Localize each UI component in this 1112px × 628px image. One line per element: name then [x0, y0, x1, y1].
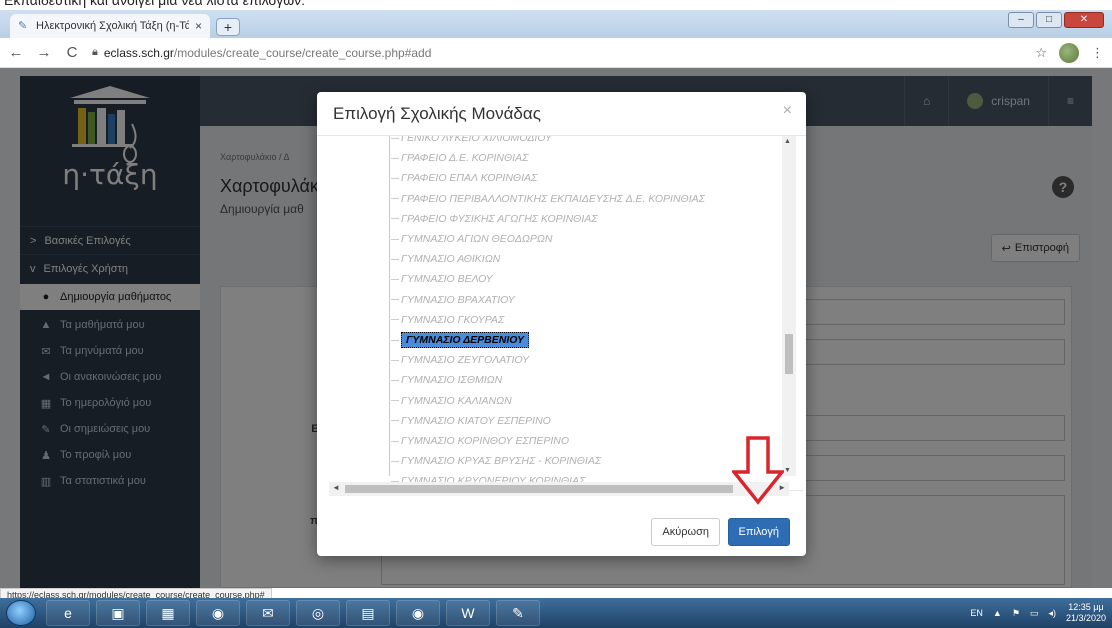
url-host: eclass.sch.gr: [103, 45, 174, 60]
taskbar-app-icon[interactable]: ✉: [246, 600, 290, 626]
screen: Εκπαιδευτική και ανοίγει μια νέα λίστα ε…: [0, 0, 1112, 628]
tree-connector: [389, 136, 390, 476]
taskbar-app-icon[interactable]: ▤: [346, 600, 390, 626]
taskbar-app-icon[interactable]: ✎: [496, 600, 540, 626]
tree-item-label: ΓΥΜΝΑΣΙΟ ΚΡΥΑΣ ΒΡΥΣΗΣ - ΚΟΡΙΝΘΙΑΣ: [401, 455, 602, 468]
tree-item-label: ΓΡΑΦΕΙΟ ΠΕΡΙΒΑΛΛΟΝΤΙΚΗΣ ΕΚΠΑΙΔΕΥΣΗΣ Δ.Ε.…: [401, 192, 705, 205]
browser-titlebar: ✎ Ηλεκτρονική Σχολική Τάξη (η-Τά × + – □…: [0, 10, 1112, 38]
tree-item[interactable]: ΓΥΜΝΑΣΙΟ ΚΡΥΑΣ ΒΡΥΣΗΣ - ΚΟΡΙΝΘΙΑΣ: [391, 451, 601, 471]
dialog-footer: Ακύρωση Επιλογή: [317, 508, 806, 556]
forward-arrow-icon[interactable]: →: [36, 44, 52, 61]
tree-item-label: ΓΥΜΝΑΣΙΟ ΖΕΥΓΟΛΑΤΙΟΥ: [401, 354, 529, 367]
lock-icon: 🔒︎: [92, 46, 98, 58]
start-button[interactable]: [6, 600, 36, 626]
taskbar-app-icon[interactable]: e: [46, 600, 90, 626]
tree-item-label: ΓΥΜΝΑΣΙΟ ΔΕΡΒΕΝΙΟΥ: [401, 332, 530, 348]
url-path: /modules/create_course/create_course.php…: [173, 45, 432, 60]
tree-item-label: ΓΥΜΝΑΣΙΟ ΙΣΘΜΙΩΝ: [401, 374, 503, 387]
browser-tab[interactable]: ✎ Ηλεκτρονική Σχολική Τάξη (η-Τά ×: [10, 14, 210, 38]
taskbar-apps: e ▣ ▦ ◉ ✉ ◎ ▤ ◉ W ✎: [46, 600, 540, 626]
caption-strip: Εκπαιδευτική και ανοίγει μια νέα λίστα ε…: [0, 0, 1112, 10]
reload-icon[interactable]: C: [64, 44, 80, 61]
scroll-up-icon[interactable]: ▲: [784, 138, 791, 145]
tree-item[interactable]: ΓΥΜΝΑΣΙΟ ΙΣΘΜΙΩΝ: [391, 370, 502, 390]
favicon-icon: ✎: [18, 20, 28, 32]
tree-item[interactable]: ΓΥΜΝΑΣΙΟ ΒΡΑΧΑΤΙΟΥ: [391, 290, 515, 310]
url-field[interactable]: 🔒︎ eclass.sch.gr/modules/create_course/c…: [92, 46, 1023, 60]
tree-item-label: ΓΡΑΦΕΙΟ ΕΠΑΛ ΚΟΡΙΝΘΙΑΣ: [401, 172, 538, 185]
taskbar-app-icon[interactable]: ▦: [146, 600, 190, 626]
windows-taskbar: e ▣ ▦ ◉ ✉ ◎ ▤ ◉ W ✎ EN ▲ ⚑ ▭ ◂) 12:35 μμ 21/3/202…: [0, 598, 1112, 628]
tree-item-label: ΓΕΝΙΚΟ ΛΥΚΕΙΟ ΧΙΛΙΟΜΟΔΙΟΥ: [401, 136, 552, 144]
minimize-icon[interactable]: –: [1008, 12, 1034, 28]
tree-item[interactable]: ΓΥΜΝΑΣΙΟ ΚΙΑΤΟΥ ΕΣΠΕΡΙΝΟ: [391, 411, 551, 431]
tree-item-label: ΓΥΜΝΑΣΙΟ ΑΘΙΚΙΩΝ: [401, 253, 501, 266]
cancel-button[interactable]: Ακύρωση: [651, 518, 720, 546]
tray-arrow-icon[interactable]: ▲: [993, 608, 1002, 618]
tree-item[interactable]: ΓΡΑΦΕΙΟ ΕΠΑΛ ΚΟΡΙΝΘΙΑΣ: [391, 168, 537, 188]
menu-dots-icon[interactable]: ⋮: [1091, 45, 1104, 61]
select-button[interactable]: Επιλογή: [727, 518, 790, 546]
tree-item[interactable]: ΓΥΜΝΑΣΙΟ ΚΟΡΙΝΘΟΥ ΕΣΠΕΡΙΝΟ: [391, 431, 569, 451]
dialog-header: Επιλογή Σχολικής Μονάδας ×: [317, 92, 806, 136]
horizontal-scrollbar[interactable]: ◄ ►: [329, 482, 789, 496]
tree-item-selected[interactable]: ΓΥΜΝΑΣΙΟ ΔΕΡΒΕΝΙΟΥ: [391, 330, 530, 350]
tree-item[interactable]: ΓΕΝΙΚΟ ΛΥΚΕΙΟ ΧΙΛΙΟΜΟΔΙΟΥ: [391, 136, 552, 148]
volume-icon[interactable]: ◂): [1048, 608, 1056, 619]
tab-title: Ηλεκτρονική Σχολική Τάξη (η-Τά: [36, 20, 189, 32]
maximize-icon[interactable]: □: [1036, 12, 1062, 28]
star-icon[interactable]: ☆: [1035, 45, 1047, 61]
taskbar-app-icon[interactable]: ◎: [296, 600, 340, 626]
window-controls: – □ ✕: [1008, 12, 1104, 28]
toolbar-right: ☆ ⋮: [1035, 42, 1104, 63]
system-tray: EN ▲ ⚑ ▭ ◂) 12:35 μμ 21/3/2020: [970, 598, 1106, 628]
network-icon[interactable]: ▭: [1030, 608, 1039, 619]
tree-item[interactable]: ΓΥΜΝΑΣΙΟ ΑΘΙΚΙΩΝ: [391, 249, 500, 269]
dialog-title: Επιλογή Σχολικής Μονάδας: [333, 104, 541, 123]
taskbar-app-icon[interactable]: ▣: [96, 600, 140, 626]
clock[interactable]: 12:35 μμ 21/3/2020: [1066, 602, 1106, 624]
close-icon[interactable]: ×: [783, 102, 792, 120]
tree-item[interactable]: ΓΥΜΝΑΣΙΟ ΑΓΙΩΝ ΘΕΟΔΩΡΩΝ: [391, 229, 552, 249]
tree-item-label: ΓΥΜΝΑΣΙΟ ΚΑΛΙΑΝΩΝ: [401, 394, 512, 407]
address-bar-row: ← → C 🔒︎ eclass.sch.gr/modules/create_co…: [0, 38, 1112, 68]
tree-item[interactable]: ΓΥΜΝΑΣΙΟ ΒΕΛΟΥ: [391, 269, 493, 289]
new-tab-button[interactable]: +: [216, 18, 240, 36]
taskbar-app-icon[interactable]: ◉: [396, 600, 440, 626]
tab-close-icon[interactable]: ×: [195, 19, 202, 33]
tree-item[interactable]: ΓΥΜΝΑΣΙΟ ΚΑΛΙΑΝΩΝ: [391, 391, 512, 411]
scroll-thumb[interactable]: [785, 334, 793, 374]
red-arrow-down-icon: [732, 436, 784, 505]
scroll-thumb[interactable]: [345, 485, 733, 493]
tree-item[interactable]: ΓΡΑΦΕΙΟ ΠΕΡΙΒΑΛΛΟΝΤΙΚΗΣ ΕΚΠΑΙΔΕΥΣΗΣ Δ.Ε.…: [391, 189, 705, 209]
back-arrow-icon[interactable]: ←: [8, 44, 24, 61]
caption-text: Εκπαιδευτική και ανοίγει μια νέα λίστα ε…: [4, 0, 306, 8]
clock-date: 21/3/2020: [1065, 613, 1106, 623]
tree-item-label: ΓΡΑΦΕΙΟ Δ.Ε. ΚΟΡΙΝΘΙΑΣ: [401, 152, 529, 165]
flag-icon[interactable]: ⚑: [1012, 608, 1020, 619]
tree-item[interactable]: ΓΥΜΝΑΣΙΟ ΓΚΟΥΡΑΣ: [391, 310, 504, 330]
taskbar-app-icon[interactable]: W: [446, 600, 490, 626]
window-close-icon[interactable]: ✕: [1064, 12, 1104, 28]
tree-item-label: ΓΡΑΦΕΙΟ ΦΥΣΙΚΗΣ ΑΓΩΓΗΣ ΚΟΡΙΝΘΙΑΣ: [401, 212, 598, 225]
tree-item-label: ΓΥΜΝΑΣΙΟ ΒΡΑΧΑΤΙΟΥ: [401, 293, 515, 306]
scroll-down-icon[interactable]: ▼: [784, 467, 791, 474]
tree-item-label: ΓΥΜΝΑΣΙΟ ΚΙΑΤΟΥ ΕΣΠΕΡΙΝΟ: [401, 414, 551, 427]
tree-item-label: ΓΥΜΝΑΣΙΟ ΑΓΙΩΝ ΘΕΟΔΩΡΩΝ: [401, 233, 553, 245]
tree-item[interactable]: ΓΥΜΝΑΣΙΟ ΖΕΥΓΟΛΑΤΙΟΥ: [391, 350, 529, 370]
tree-item[interactable]: ΓΡΑΦΕΙΟ Δ.Ε. ΚΟΡΙΝΘΙΑΣ: [391, 148, 528, 168]
tree-item-label: ΓΥΜΝΑΣΙΟ ΓΚΟΥΡΑΣ: [401, 313, 505, 326]
clock-time: 12:35 μμ: [1068, 602, 1104, 612]
language-indicator[interactable]: EN: [970, 608, 983, 618]
tree-item-label: ΓΥΜΝΑΣΙΟ ΚΟΡΙΝΘΟΥ ΕΣΠΕΡΙΝΟ: [401, 435, 570, 447]
vertical-scrollbar[interactable]: ▲ ▼: [782, 136, 796, 476]
tree-item[interactable]: ΓΡΑΦΕΙΟ ΦΥΣΙΚΗΣ ΑΓΩΓΗΣ ΚΟΡΙΝΘΙΑΣ: [391, 209, 598, 229]
tree-item-label: ΓΥΜΝΑΣΙΟ ΒΕΛΟΥ: [401, 273, 493, 286]
profile-avatar[interactable]: [1059, 42, 1079, 63]
scroll-left-icon[interactable]: ◄: [332, 483, 340, 492]
taskbar-app-icon[interactable]: ◉: [196, 600, 240, 626]
